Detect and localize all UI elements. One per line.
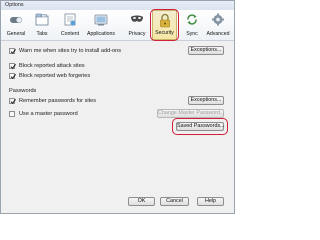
tab-privacy-label: Privacy <box>128 31 146 37</box>
tab-sync[interactable]: Sync <box>181 10 203 40</box>
tab-tabs-label: Tabs <box>36 31 48 37</box>
checkmark-icon <box>10 99 16 105</box>
checkmark-icon <box>10 49 16 55</box>
window-title: Options <box>5 2 24 8</box>
tab-applications[interactable]: Applications <box>87 10 115 40</box>
tabs-icon <box>35 13 49 26</box>
tab-security[interactable]: Security <box>152 10 177 40</box>
sync-icon <box>187 14 197 25</box>
tab-content[interactable]: Content <box>59 10 81 40</box>
security-padlock-icon <box>159 13 170 28</box>
password-exceptions-button[interactable]: Exceptions... <box>188 96 224 105</box>
warn-addons-label: Warn me when sites try to install add-on… <box>19 47 122 54</box>
tab-content-label: Content <box>60 31 80 37</box>
master-password-checkbox[interactable] <box>9 111 15 117</box>
options-dialog: Options General Tabs Content Application… <box>0 0 235 214</box>
tab-security-label: Security <box>155 30 174 36</box>
cancel-button[interactable]: Cancel <box>160 197 189 206</box>
change-master-password-button[interactable]: Change Master Password... <box>157 109 225 118</box>
tab-advanced-label: Advanced <box>206 31 230 37</box>
tab-advanced[interactable]: Advanced <box>206 10 230 40</box>
warn-addons-checkbox[interactable] <box>9 48 16 55</box>
general-switch-icon <box>10 17 22 23</box>
ok-button[interactable]: OK <box>128 197 155 206</box>
privacy-mask-icon <box>131 15 143 22</box>
saved-passwords-button[interactable]: Saved Passwords... <box>176 122 225 131</box>
block-web-forgeries-label: Block reported web forgeries <box>19 72 91 79</box>
checkmark-icon <box>10 64 16 70</box>
options-toolbar: General Tabs Content Applications Privac… <box>1 9 234 41</box>
tab-applications-label: Applications <box>87 31 115 37</box>
block-attack-sites-checkbox[interactable] <box>9 63 16 70</box>
master-password-label: Use a master password <box>19 110 78 117</box>
addons-exceptions-button[interactable]: Exceptions... <box>188 46 224 55</box>
applications-icon <box>94 14 108 26</box>
help-button[interactable]: Help <box>197 197 224 206</box>
remember-passwords-checkbox[interactable] <box>9 98 16 105</box>
tab-tabs[interactable]: Tabs <box>31 10 53 40</box>
advanced-gear-icon <box>212 13 224 26</box>
passwords-section-title: Passwords <box>9 87 37 94</box>
tab-general[interactable]: General <box>5 10 27 40</box>
title-bar: Options <box>1 1 234 10</box>
tab-privacy[interactable]: Privacy <box>126 10 148 40</box>
remember-passwords-label: Remember passwords for sites <box>19 97 97 104</box>
checkmark-icon <box>10 74 16 80</box>
block-attack-sites-label: Block reported attack sites <box>19 62 85 69</box>
block-web-forgeries-checkbox[interactable] <box>9 73 16 80</box>
content-icon <box>64 13 76 26</box>
